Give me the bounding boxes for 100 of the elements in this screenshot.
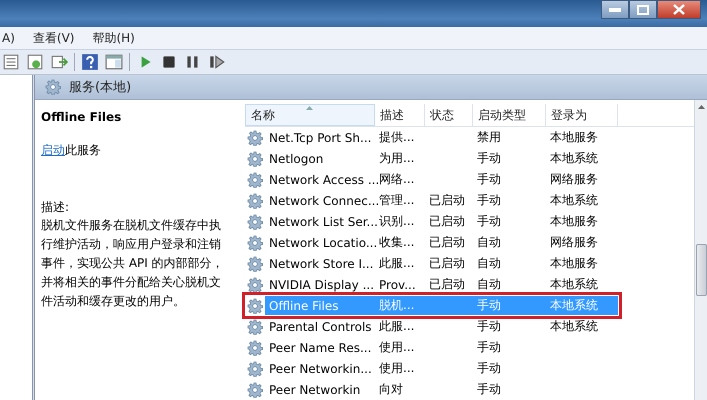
service-row[interactable]: Netlogon 为用... 手动 本地系统 — [245, 148, 694, 169]
table-cell-text: 网络服务 — [549, 234, 598, 251]
gear-icon — [247, 130, 263, 146]
service-row[interactable]: Network Locatio...收集... 已启动 自动 网络服务 — [245, 232, 694, 253]
gear-icon — [247, 192, 263, 208]
service-row[interactable]: NVIDIA Display ... Prov... 已启动 自动 本地系统 — [245, 274, 694, 295]
table-cell-text: 网络... — [378, 171, 414, 188]
document-icon[interactable] — [2, 53, 20, 71]
table-cell-text: Prov... — [378, 276, 416, 294]
close-icon — [673, 4, 685, 15]
table-cell-text: 自动 — [476, 255, 501, 272]
column-header[interactable]: 状态 — [425, 104, 473, 126]
service-row[interactable]: Peer Networkin 向对 手动 — [245, 379, 694, 400]
column-header[interactable]: 名称 — [245, 104, 375, 126]
table-cell-text: 手动 — [476, 150, 501, 167]
table-cell-text: 自动 — [476, 234, 501, 251]
start-link[interactable]: 启动 — [41, 143, 65, 157]
gear-icon — [247, 276, 263, 292]
window-icon[interactable] — [105, 53, 123, 71]
table-cell-text: Network Store I... — [268, 256, 374, 272]
table-cell-text: 本地服务 — [549, 255, 598, 272]
table-cell-text: 已启动 — [428, 234, 465, 251]
table-cell-text: 本地服务 — [549, 213, 598, 230]
sort-arrow-icon — [306, 106, 313, 110]
close-button[interactable] — [657, 0, 701, 19]
table-cell-text: 本地服务 — [549, 129, 598, 146]
table-cell-text: 已启动 — [428, 255, 465, 272]
table-cell-text: NVIDIA Display ... — [268, 276, 375, 294]
column-header[interactable]: 描述 — [375, 104, 425, 126]
menu-item[interactable]: 帮助(H) — [90, 30, 137, 46]
export-icon[interactable] — [50, 53, 68, 71]
gear-icon — [247, 318, 263, 334]
menu-item[interactable]: A) — [0, 31, 17, 45]
gear-icon — [247, 214, 263, 230]
table-cell-text: Network List Ser... — [268, 214, 378, 230]
service-row[interactable]: Network List Ser...识别... 已启动 手动 本地服务 — [245, 211, 694, 232]
table-cell: Offline Files — [265, 296, 375, 315]
table-cell-text: 手动 — [476, 339, 501, 356]
column-header[interactable]: 登录为 — [546, 104, 618, 126]
table-cell-text: 本地系统 — [549, 297, 598, 314]
table-cell-text: Peer Networkin... — [268, 360, 373, 378]
table-cell-text: 为用... — [378, 150, 414, 167]
table-cell-text: Net.Tcp Port Sh... — [268, 130, 372, 146]
table-cell-text: Netlogon — [268, 150, 324, 168]
service-row[interactable]: Network Access ...网络... 手动 网络服务 — [245, 169, 694, 190]
table-cell-text: 本地系统 — [549, 276, 598, 293]
table-cell-text: 手动 — [476, 318, 501, 335]
table-cell-text: 手动 — [476, 213, 501, 230]
table-cell-text: Peer Networkin — [268, 382, 362, 398]
service-row[interactable]: Network Store I... 此服... 已启动 自动 本地服务 — [245, 253, 694, 274]
gear-icon — [247, 360, 263, 376]
table-cell-text: 收集... — [378, 234, 414, 251]
gear-icon — [247, 234, 263, 250]
table-cell-text: 使用... — [378, 339, 414, 356]
scrollbar[interactable] — [694, 100, 707, 400]
table-cell-text: 网络服务 — [549, 171, 598, 188]
minimize-icon — [609, 8, 621, 12]
gear-icon — [247, 256, 263, 272]
service-name: Offline Files — [41, 110, 122, 124]
table-cell-text: 自动 — [476, 276, 501, 293]
table-cell-text: Network Access ... — [268, 172, 380, 188]
maximize-icon — [637, 4, 649, 14]
minimize-button[interactable] — [601, 0, 629, 19]
table-cell-text: Network Connec... — [268, 192, 380, 210]
table-cell-text: 本地系统 — [549, 150, 598, 167]
table-cell-text: 提供... — [378, 129, 414, 146]
scroll-thumb[interactable] — [696, 244, 706, 296]
service-row[interactable]: Peer Name Res... 使用... 手动 — [245, 337, 694, 358]
description-text: 脱机文件服务在脱机文件缓存中执行维护活动，响应用户登录和注销事件，实现公共 API 的内部部分，并将相关的事件分配给关心脱机文件活动和缓存更改的用户。 — [41, 217, 225, 310]
maximize-button[interactable] — [629, 0, 657, 19]
table-cell-text: 脱机... — [378, 297, 414, 314]
table-cell-text: 使用... — [378, 360, 414, 377]
gear-icon — [247, 382, 263, 398]
service-row[interactable]: Net.Tcp Port Sh... 提供... 禁用 本地服务 — [245, 127, 694, 148]
gear-icon — [247, 298, 263, 314]
table-cell-text: 已启动 — [428, 213, 465, 230]
table-cell-text: Peer Name Res... — [268, 340, 372, 356]
column-header[interactable]: 启动类型 — [473, 104, 546, 126]
table-cell-text: 手动 — [476, 360, 501, 377]
service-row[interactable]: Peer Networkin... 使用... 手动 — [245, 358, 694, 379]
description-label: 描述: — [41, 199, 70, 216]
service-row[interactable]: Network Connec...管理... 已启动 手动 本地系统 — [245, 190, 694, 211]
table-cell-text: 已启动 — [428, 276, 465, 293]
table-cell-text: 此服... — [378, 318, 414, 335]
resume-icon[interactable] — [208, 53, 226, 71]
table-cell-text: Parental Controls — [268, 318, 373, 336]
gear-icon — [45, 79, 61, 95]
table-cell-text: 此服... — [378, 255, 414, 272]
table-cell-text: 管理... — [378, 192, 414, 209]
service-row[interactable]: Parental Controls 此服... 手动 本地系统 — [245, 316, 694, 337]
gear-icon — [247, 172, 263, 188]
help-icon[interactable] — [81, 53, 99, 71]
refresh-icon[interactable] — [26, 53, 44, 71]
table-cell-text: 手动 — [476, 381, 501, 398]
table-cell-text: 手动 — [476, 171, 501, 188]
table-cell-text: 手动 — [476, 192, 501, 209]
gear-icon — [247, 340, 263, 356]
table-cell-text: 本地系统 — [549, 318, 598, 335]
action-text: 此服务 — [65, 143, 101, 157]
menu-item[interactable]: 查看(V) — [30, 30, 76, 46]
